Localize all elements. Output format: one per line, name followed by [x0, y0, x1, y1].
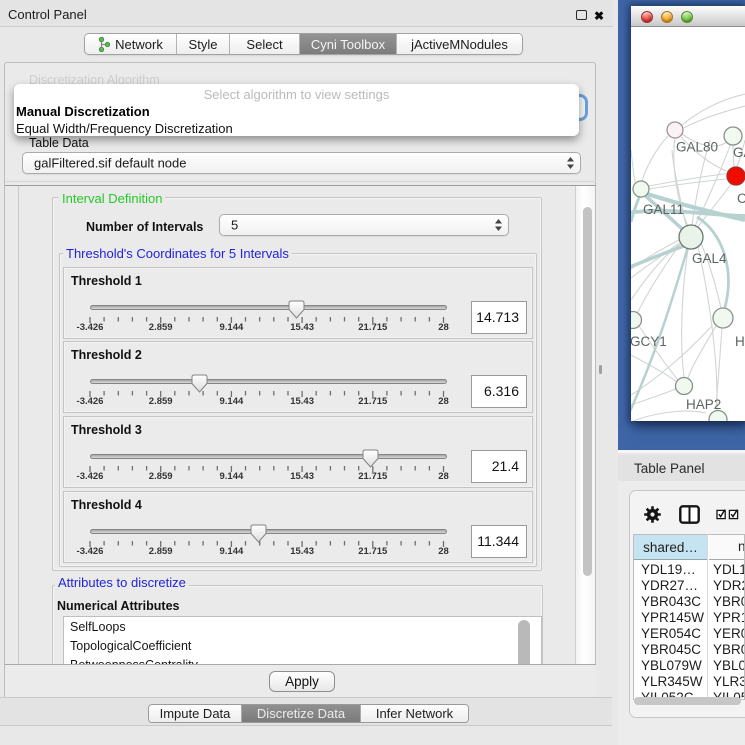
svg-text:GAL4: GAL4 [692, 251, 727, 266]
svg-text:HAP2: HAP2 [686, 397, 721, 412]
svg-text:GA: GA [733, 145, 745, 160]
svg-text:C: C [737, 191, 745, 206]
svg-text:GCY1: GCY1 [631, 334, 667, 349]
svg-text:H: H [735, 334, 745, 349]
svg-text:GAL11: GAL11 [643, 202, 684, 217]
svg-text:GAL80: GAL80 [676, 140, 718, 155]
